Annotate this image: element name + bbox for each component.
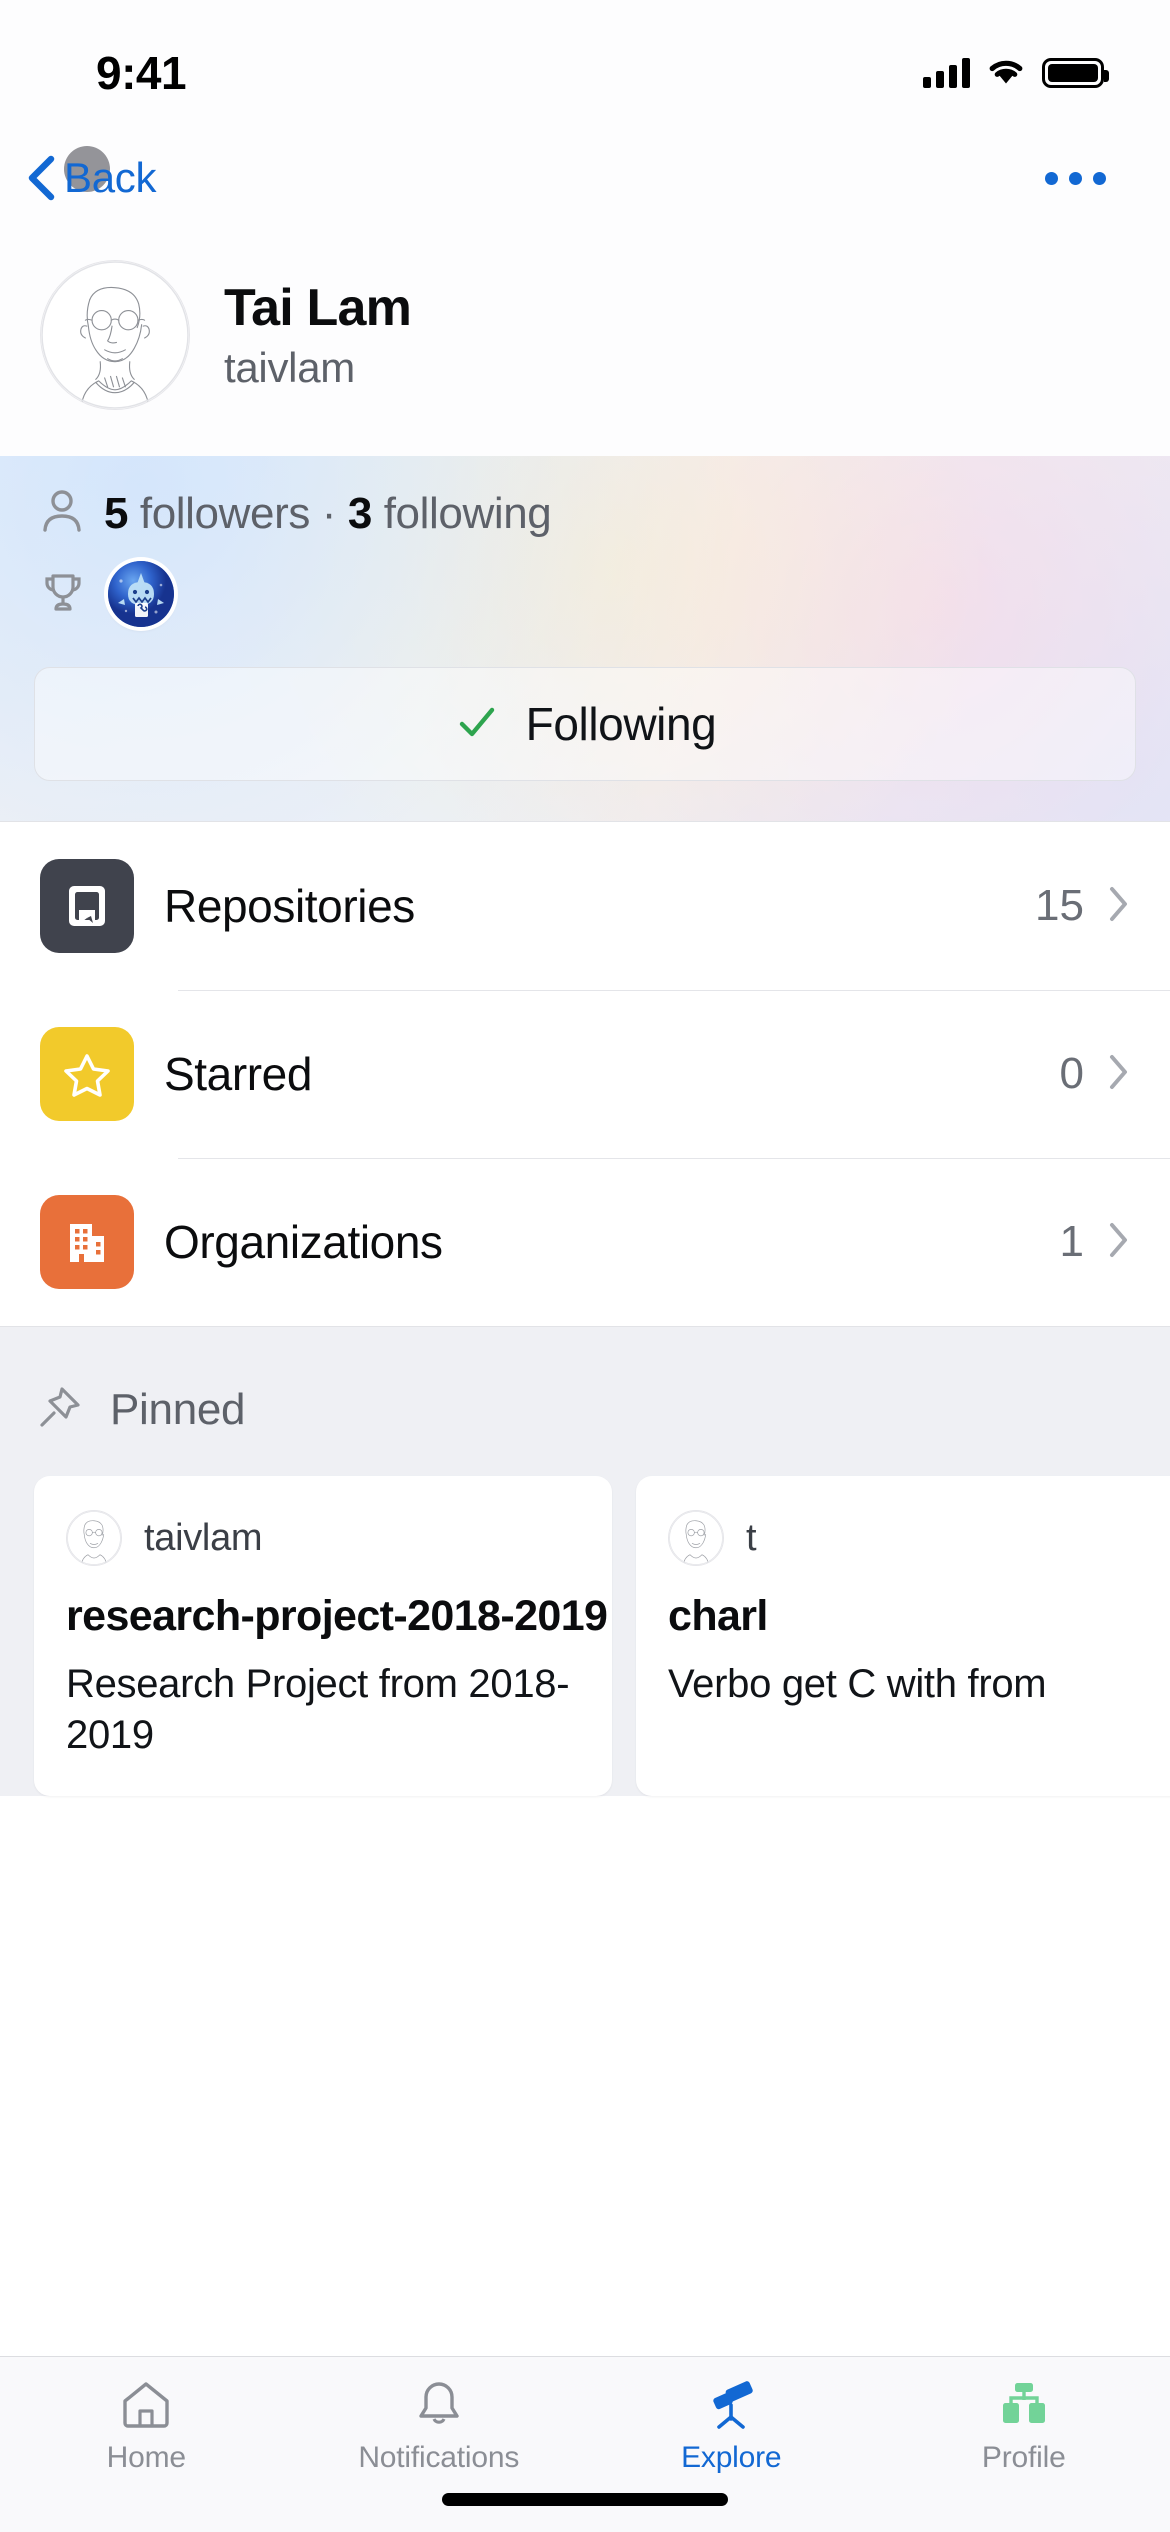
profile-stats-section: 5 followers · 3 following Following xyxy=(0,456,1170,821)
following-button[interactable]: Following xyxy=(34,667,1136,781)
stat-separator: · xyxy=(309,488,348,538)
pinned-title: Pinned xyxy=(110,1384,246,1434)
chevron-right-icon xyxy=(1108,1221,1130,1264)
followers-label: followers xyxy=(128,488,310,538)
back-button[interactable]: Back xyxy=(24,146,157,202)
list-item-starred[interactable]: Starred 0 xyxy=(0,990,1170,1158)
avatar xyxy=(668,1510,724,1566)
achievements-row[interactable] xyxy=(34,561,1136,627)
list-item-organizations[interactable]: Organizations 1 xyxy=(0,1158,1170,1326)
repo-owner-name: taivlam xyxy=(144,1516,263,1559)
repo-owner-row: taivlam xyxy=(66,1510,580,1566)
battery-full-icon xyxy=(1042,58,1109,88)
status-bar-time: 9:41 xyxy=(96,47,187,99)
avatar[interactable] xyxy=(40,260,190,410)
repo-owner-name: t xyxy=(746,1516,757,1559)
following-count: 3 xyxy=(347,488,372,538)
followers-following-text: 5 followers · 3 following xyxy=(104,488,552,539)
repo-icon xyxy=(40,859,134,953)
followers-row[interactable]: 5 followers · 3 following xyxy=(34,488,1136,539)
status-bar-indicators xyxy=(923,56,1109,91)
pinned-repo-card[interactable]: taivlam research-project-2018-2019 Resea… xyxy=(34,1476,612,1796)
tab-explore[interactable]: Explore xyxy=(585,2375,878,2475)
pinned-header: Pinned xyxy=(0,1383,1170,1436)
wifi-icon xyxy=(986,56,1026,91)
list-item-label: Starred xyxy=(164,1048,313,1100)
pin-icon xyxy=(36,1383,84,1436)
following-button-label: Following xyxy=(525,698,717,750)
profile-login: taivlam xyxy=(224,344,355,391)
person-icon xyxy=(40,488,84,539)
tab-home[interactable]: Home xyxy=(0,2375,293,2475)
back-button-label: Back xyxy=(64,154,157,201)
profile-org-icon xyxy=(995,2375,1053,2433)
repo-name[interactable]: charl xyxy=(668,1592,1170,1641)
following-label: following xyxy=(371,488,552,538)
tab-label: Notifications xyxy=(358,2441,520,2474)
followers-count: 5 xyxy=(104,488,129,538)
check-icon xyxy=(454,699,500,750)
repo-description: Verbo get C with from xyxy=(668,1662,1047,1706)
repo-name[interactable]: research-project-2018-2019 xyxy=(66,1592,608,1641)
telescope-icon xyxy=(702,2375,760,2433)
chevron-right-icon xyxy=(1108,1053,1130,1096)
list-item-count: 0 xyxy=(1059,1049,1084,1098)
ellipsis-icon[interactable] xyxy=(1041,162,1110,195)
repo-owner-row: t xyxy=(668,1510,1170,1566)
list-item-label: Repositories xyxy=(164,880,415,932)
status-bar: 9:41 xyxy=(0,0,1170,132)
navigation-bar: Back xyxy=(0,132,1170,224)
page-title: Tai Lam xyxy=(224,279,412,337)
bell-icon xyxy=(410,2375,468,2433)
home-icon xyxy=(117,2375,175,2433)
profile-header: Tai Lam taivlam xyxy=(0,224,1170,456)
tab-label: Home xyxy=(106,2441,186,2474)
list-item-count: 1 xyxy=(1059,1217,1084,1266)
profile-name-block: Tai Lam taivlam xyxy=(224,278,412,392)
list-item-label: Organizations xyxy=(164,1216,443,1268)
cellular-signal-icon xyxy=(923,58,970,88)
tab-notifications[interactable]: Notifications xyxy=(293,2375,586,2475)
tab-bar: Home Notifications Explore Profile xyxy=(0,2356,1170,2532)
list-item-repositories[interactable]: Repositories 15 xyxy=(0,822,1170,990)
pinned-section: Pinned taivlam research-project-2018-201… xyxy=(0,1326,1170,1796)
profile-links-list: Repositories 15 Starred 0 Organizations … xyxy=(0,821,1170,1326)
repo-description: Research Project from 2018-2019 xyxy=(66,1662,570,1758)
home-indicator xyxy=(442,2493,728,2506)
organization-icon xyxy=(40,1195,134,1289)
pinned-repo-card[interactable]: t charl Verbo get C with from xyxy=(636,1476,1170,1796)
tab-profile[interactable]: Profile xyxy=(878,2375,1170,2475)
chevron-right-icon xyxy=(1108,885,1130,928)
list-item-count: 15 xyxy=(1035,881,1084,930)
pinned-cards-rail[interactable]: taivlam research-project-2018-2019 Resea… xyxy=(0,1436,1170,1796)
star-icon xyxy=(40,1027,134,1121)
tab-label: Profile xyxy=(981,2441,1066,2474)
pull-shark-badge[interactable] xyxy=(108,561,174,627)
avatar xyxy=(66,1510,122,1566)
tab-label: Explore xyxy=(681,2441,782,2474)
chevron-left-icon xyxy=(24,155,58,201)
trophy-icon xyxy=(40,569,86,620)
